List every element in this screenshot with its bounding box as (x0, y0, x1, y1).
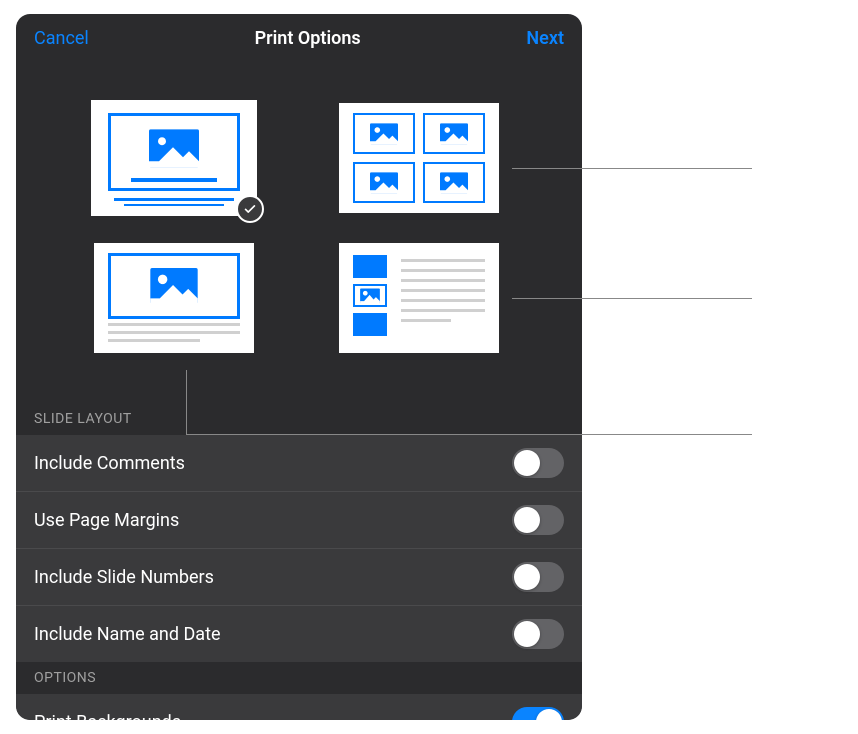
panel-header: Cancel Print Options Next (16, 14, 582, 63)
callout-line (186, 434, 752, 435)
row-label: Use Page Margins (34, 510, 179, 531)
row-label: Include Name and Date (34, 624, 221, 645)
toggle-print-backgrounds[interactable] (512, 707, 564, 720)
callout-line (186, 370, 187, 434)
row-label: Print Backgrounds (34, 712, 181, 721)
layout-option-handout[interactable] (94, 243, 254, 353)
row-label: Include Slide Numbers (34, 567, 214, 588)
row-use-page-margins: Use Page Margins (16, 492, 582, 549)
callout-line (512, 298, 752, 299)
layout-option-grid[interactable] (339, 103, 499, 213)
toggle-include-slide-numbers[interactable] (512, 562, 564, 592)
options-header: OPTIONS (16, 662, 582, 694)
toggle-include-name-date[interactable] (512, 619, 564, 649)
row-include-name-date: Include Name and Date (16, 606, 582, 662)
callout-line (512, 168, 752, 169)
toggle-include-comments[interactable] (512, 448, 564, 478)
layout-options-grid (16, 63, 582, 373)
options-group: Print Backgrounds (16, 694, 582, 720)
toggle-use-page-margins[interactable] (512, 505, 564, 535)
slide-layout-group: Include Comments Use Page Margins Includ… (16, 435, 582, 662)
row-print-backgrounds: Print Backgrounds (16, 694, 582, 720)
slide-layout-header: SLIDE LAYOUT (16, 403, 582, 435)
layout-option-slide[interactable] (94, 103, 254, 213)
row-label: Include Comments (34, 453, 185, 474)
checkmark-icon (236, 195, 264, 223)
layout-option-outline[interactable] (339, 243, 499, 353)
row-include-comments: Include Comments (16, 435, 582, 492)
print-options-panel: Cancel Print Options Next (16, 14, 582, 720)
next-button[interactable]: Next (526, 28, 564, 49)
panel-title: Print Options (255, 28, 361, 49)
cancel-button[interactable]: Cancel (34, 28, 89, 49)
row-include-slide-numbers: Include Slide Numbers (16, 549, 582, 606)
